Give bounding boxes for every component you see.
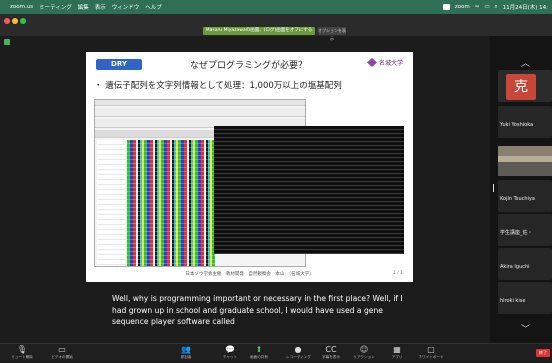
- search-icon[interactable]: ⌕: [495, 4, 498, 11]
- dry-badge: DRY: [96, 59, 142, 70]
- share-screen-button[interactable]: ⬆ 画面の共有: [248, 345, 270, 363]
- captions-button[interactable]: CC 字幕を表示: [320, 345, 342, 363]
- apps-icon: ▦: [393, 345, 401, 354]
- unmute-button[interactable]: 🎙 ミュート解除: [8, 345, 36, 363]
- chevron-up-icon[interactable]: ︿: [521, 56, 530, 69]
- avatar: 克: [506, 74, 536, 100]
- sequence-alignment-colors: [127, 140, 215, 266]
- battery-icon[interactable]: ▭: [484, 4, 489, 10]
- live-caption: Well, why is programming important or ne…: [112, 294, 403, 326]
- terminal-sequence-text: [214, 126, 404, 254]
- participant-tile-hiroki[interactable]: hiroki kise: [498, 282, 552, 314]
- view-options-button[interactable]: オプションを表示: [318, 27, 346, 41]
- panel-resize-handle[interactable]: [493, 184, 494, 192]
- mic-icon: 🎙: [16, 345, 28, 354]
- participant-tile-yuki[interactable]: Yuki Yoshioka: [498, 106, 552, 138]
- sequence-name-column: [97, 140, 125, 266]
- slide-bullet: ・ 遺伝子配列を文字列情報として処理：1,000万以上の塩基配列: [94, 81, 342, 91]
- apps-button[interactable]: ▦ アプリ: [386, 345, 408, 363]
- participants-icon: 👥: [181, 345, 191, 354]
- close-window-icon[interactable]: [4, 18, 10, 24]
- participant-name: 学生講座_佐・: [500, 230, 533, 236]
- viewer-toolbar: [95, 108, 305, 117]
- viewer-menubar: [95, 100, 305, 106]
- menu-item-help[interactable]: ヘルプ: [145, 3, 162, 11]
- chat-icon: 💬: [225, 345, 235, 354]
- record-icon: ●: [294, 345, 302, 354]
- menu-bar: zoom.us ミーティング 編集 表示 ウィンドウ ヘルプ zoom ≈ ▭ …: [0, 0, 552, 14]
- participant-tile-akira[interactable]: Akira Iguchi: [498, 248, 552, 280]
- participant-name: hiroki kise: [500, 298, 526, 304]
- shared-screen-slide: DRY なぜプログラミングが必要？ 名城大学 ・ 遺伝子配列を文字列情報として処…: [86, 52, 413, 282]
- participant-tile-kojin[interactable]: Kojin Tsuchiya: [498, 180, 552, 212]
- slide-title: なぜプログラミングが必要？: [190, 61, 308, 71]
- university-name: 名城大学: [378, 60, 403, 67]
- end-meeting-button[interactable]: 終了: [536, 349, 550, 357]
- start-video-button[interactable]: ▭ ビデオの開始: [48, 345, 76, 363]
- whiteboard-icon: ▢: [427, 345, 435, 354]
- reactions-button[interactable]: ☺ リアクション: [352, 345, 376, 363]
- participant-name: Kojin Tsuchiya: [500, 196, 535, 202]
- menu-app-name[interactable]: zoom.us: [10, 4, 33, 10]
- sharing-banner: Masaru Miyazawaの画面、(ログ)画面をオフにする: [203, 27, 315, 35]
- chevron-down-icon[interactable]: ﹀: [521, 322, 530, 335]
- maximize-window-icon[interactable]: [20, 18, 26, 24]
- menu-clock: 11月24日(木) 14:: [502, 5, 548, 11]
- record-button[interactable]: ● レコーディング: [286, 345, 311, 363]
- reactions-icon: ☺: [359, 345, 369, 354]
- menu-item-window[interactable]: ウィンドウ: [112, 3, 140, 11]
- minimize-window-icon[interactable]: [12, 18, 18, 24]
- share-icon: ⬆: [255, 345, 263, 354]
- wifi-icon[interactable]: ≈: [475, 4, 480, 10]
- slide-footer: 日本ゾウ学会主催 教材開発 自然観察会 本山 （名城大学）: [185, 272, 314, 277]
- participant-name: Yuki Yoshioka: [500, 122, 534, 128]
- status-icon[interactable]: [442, 4, 450, 10]
- zoom-status-text[interactable]: zoom: [455, 4, 470, 10]
- slide-page-number: 1 / 1: [392, 271, 403, 276]
- menu-status-area: zoom ≈ ▭ ⌕ 11月24日(木) 14:: [442, 0, 548, 14]
- participant-tile-student[interactable]: 学生講座_佐・: [498, 214, 552, 246]
- whiteboard-button[interactable]: ▢ ホワイトボード: [418, 345, 444, 363]
- participants-button[interactable]: 👥 参加者: [176, 345, 196, 363]
- video-icon: ▭: [58, 345, 66, 354]
- caption-icon: CC: [325, 345, 337, 354]
- university-mark-icon: [366, 58, 377, 67]
- menu-item-meeting[interactable]: ミーティング: [39, 3, 72, 11]
- chat-button[interactable]: 💬 チャット: [220, 345, 240, 363]
- participant-name: Akira Iguchi: [500, 264, 530, 270]
- university-logo: 名城大学: [366, 58, 403, 67]
- participant-video-room[interactable]: [498, 146, 552, 176]
- menu-item-edit[interactable]: 編集: [78, 3, 89, 11]
- meeting-toolbar: [0, 343, 552, 363]
- menu-item-view[interactable]: 表示: [95, 3, 106, 11]
- security-shield-icon[interactable]: [4, 39, 10, 45]
